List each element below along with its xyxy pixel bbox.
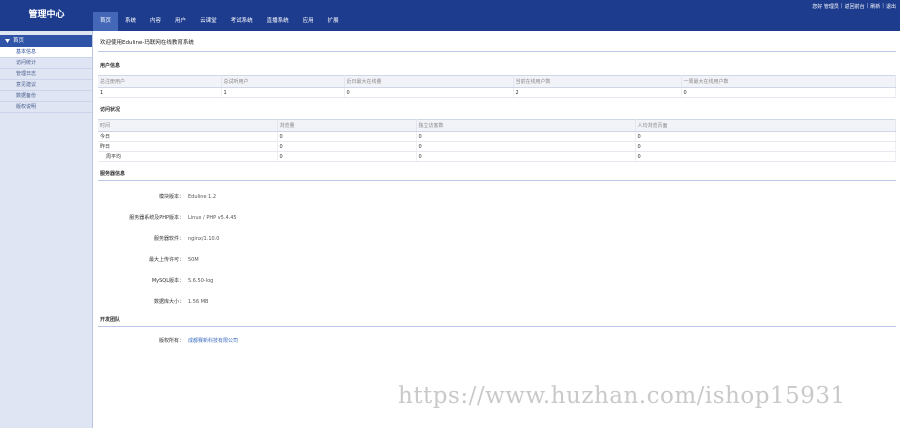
info-row: 最大上传许可： 50M: [98, 249, 896, 270]
nav-system[interactable]: 系统: [118, 12, 143, 31]
table-cell: 周平均: [98, 151, 278, 162]
top-link-separator: |: [882, 3, 884, 9]
nav-apps[interactable]: 应用: [296, 12, 321, 31]
info-row: 模块版本： Eduline 1.2: [98, 186, 896, 207]
sidebar-group-label: 首页: [13, 38, 25, 44]
info-label: 数据库大小：: [153, 299, 184, 305]
column-header: 独立访客数: [416, 119, 636, 132]
info-label: MySQL版本：: [151, 278, 184, 284]
sidebar-item-feedback[interactable]: 意见建议: [0, 80, 92, 91]
column-header: 近日最大在线量: [344, 75, 514, 88]
sidebar: 首页 基本信息 访问统计 管理日志 意见建议 数据备份 版权说明: [0, 31, 93, 428]
table-header-row: 时间 浏览量 独立访客数 人均浏览页面: [98, 119, 896, 132]
logout-link[interactable]: 退出: [886, 3, 896, 10]
table-cell: 0: [681, 87, 896, 98]
server-info-title: 服务器信息: [100, 171, 126, 177]
sidebar-item-basic-info[interactable]: 基本信息: [0, 47, 92, 58]
info-label: 最大上传许可：: [148, 257, 184, 263]
sidebar-group-home[interactable]: 首页: [0, 35, 92, 47]
user-info-title: 用户信息: [100, 63, 121, 69]
dev-team-title: 开发团队: [100, 317, 121, 323]
nav-cloud-class[interactable]: 云课堂: [193, 12, 224, 31]
front-link[interactable]: 返回前台: [845, 3, 865, 10]
main-nav: 首页 系统 内容 用户 云课堂 考试系统 直播系统 应用 扩展: [93, 12, 346, 31]
visit-status-title: 访问状况: [100, 107, 121, 113]
top-header: 管理中心 首页 系统 内容 用户 云课堂 考试系统 直播系统 应用 扩展 您好 …: [0, 0, 900, 31]
nav-users[interactable]: 用户: [168, 12, 193, 31]
table-header-row: 总注册用户 总试听用户 近日最大在线量 当前在线用户数 一周最大在线用户数: [98, 75, 896, 88]
table-cell: 0: [635, 131, 896, 142]
column-header: 总注册用户: [98, 75, 222, 88]
table-row: 今日 0 0 0: [98, 131, 896, 142]
info-row: MySQL版本： 5.6.50-log: [98, 270, 896, 291]
sidebar-item-visit-stats[interactable]: 访问统计: [0, 58, 92, 69]
table-row: 1 1 0 2 0: [98, 87, 896, 98]
info-row: 服务器系统及PHP版本： Linux / PHP v5.4.45: [98, 207, 896, 228]
table-cell: 0: [277, 131, 417, 142]
info-value: Linux / PHP v5.4.45: [188, 214, 237, 221]
table-cell: 0: [635, 151, 896, 162]
table-cell: 2: [513, 87, 682, 98]
top-links: 您好 管理员 | 返回前台 | 刷新 | 退出: [812, 3, 896, 10]
sidebar-item-copyright[interactable]: 版权说明: [0, 102, 92, 113]
nav-extend[interactable]: 扩展: [321, 12, 346, 31]
welcome-title: 欢迎使用Eduline-玛联网在线教育系统: [98, 35, 896, 52]
main-content: 欢迎使用Eduline-玛联网在线教育系统 用户信息 总注册用户 总试听用户 近…: [94, 31, 900, 428]
table-cell: 0: [416, 151, 636, 162]
nav-live[interactable]: 直播系统: [260, 12, 296, 31]
info-row: 数据库大小： 1.56 MB: [98, 291, 896, 312]
table-cell: 0: [635, 141, 896, 152]
table-cell: 0: [344, 87, 514, 98]
column-header: 当前在线用户数: [513, 75, 682, 88]
sidebar-item-backup[interactable]: 数据备份: [0, 91, 92, 102]
table-cell: 0: [277, 141, 417, 152]
watermark-text: https://www.huzhan.com/ishop15931: [398, 383, 846, 409]
greeting-text: 您好 管理员: [812, 4, 839, 10]
column-header: 一周最大在线用户数: [681, 75, 896, 88]
nav-content[interactable]: 内容: [143, 12, 168, 31]
table-cell: 0: [277, 151, 417, 162]
column-header: 时间: [98, 119, 278, 132]
nav-home[interactable]: 首页: [93, 12, 119, 31]
user-info-table: 总注册用户 总试听用户 近日最大在线量 当前在线用户数 一周最大在线用户数 1 …: [98, 75, 896, 98]
info-label: 模块版本：: [158, 194, 184, 200]
refresh-link[interactable]: 刷新: [870, 3, 880, 10]
table-row: 昨日 0 0 0: [98, 141, 896, 152]
company-link[interactable]: 成都赛新科技有限公司: [188, 337, 238, 344]
sidebar-item-admin-log[interactable]: 管理日志: [0, 69, 92, 80]
top-link-separator: |: [840, 3, 843, 9]
top-link-separator: |: [866, 3, 869, 9]
caret-down-icon: [5, 39, 10, 43]
info-row: 版权所有： 成都赛新科技有限公司: [98, 330, 896, 351]
table-cell: 1: [221, 87, 345, 98]
info-value: 50M: [188, 256, 199, 263]
table-cell: 昨日: [98, 141, 278, 152]
info-value: 1.56 MB: [188, 298, 209, 305]
info-label: 服务器软件：: [153, 236, 184, 242]
table-cell: 1: [98, 87, 222, 98]
table-row: 周平均 0 0 0: [98, 151, 896, 162]
column-header: 浏览量: [277, 119, 417, 132]
nav-exam[interactable]: 考试系统: [224, 12, 260, 31]
info-value: Eduline 1.2: [188, 193, 217, 200]
info-value: 5.6.50-log: [188, 277, 214, 284]
visit-status-table: 时间 浏览量 独立访客数 人均浏览页面 今日 0 0 0 昨日 0 0 0 周平…: [98, 119, 896, 162]
column-header: 总试听用户: [221, 75, 345, 88]
table-cell: 0: [416, 131, 636, 142]
info-label: 版权所有：: [158, 338, 184, 344]
info-value: nginx/1.10.0: [188, 235, 220, 242]
app-logo: 管理中心: [28, 10, 65, 20]
column-header: 人均浏览页面: [635, 119, 896, 132]
table-cell: 0: [416, 141, 636, 152]
info-row: 服务器软件： nginx/1.10.0: [98, 228, 896, 249]
info-label: 服务器系统及PHP版本：: [129, 215, 184, 221]
table-cell: 今日: [98, 131, 278, 142]
